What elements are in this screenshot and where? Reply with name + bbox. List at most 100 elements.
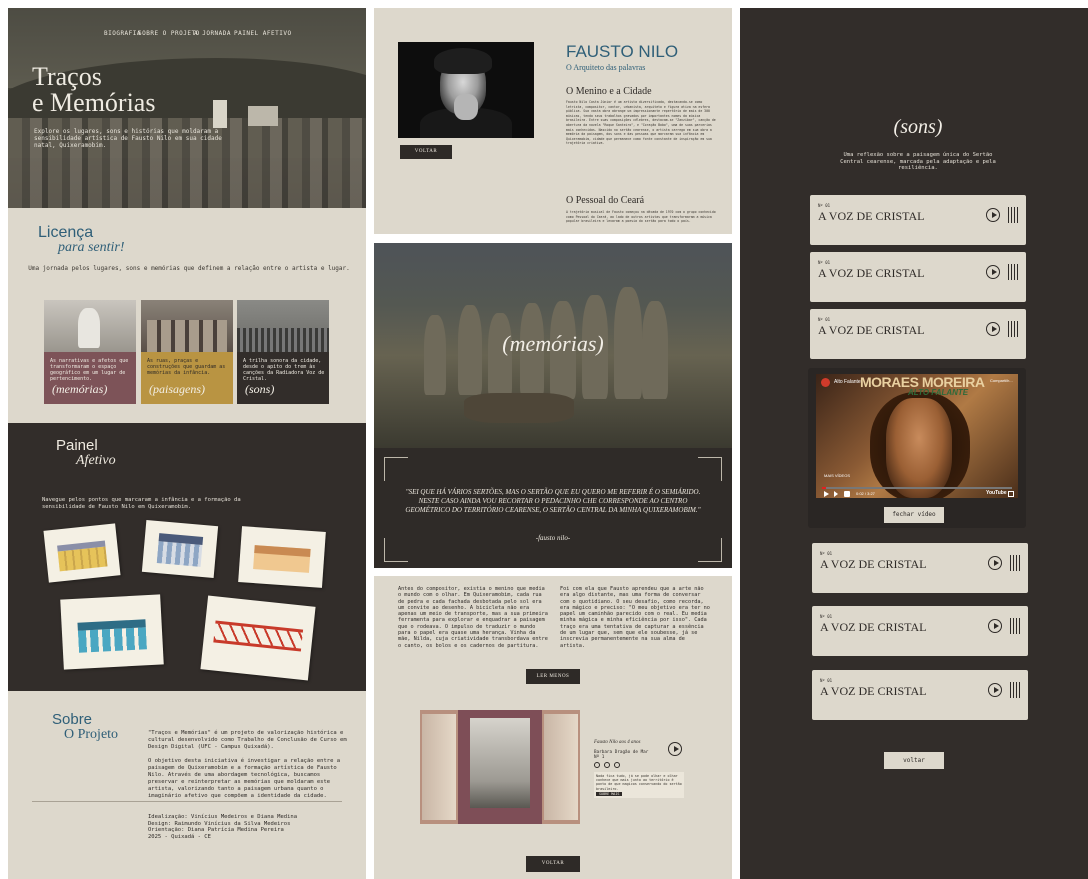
track-item[interactable]: Nº 01 A VOZ DE CRISTAL bbox=[812, 606, 1028, 656]
biography-panel: VOLTAR FAUSTO NILO O Arquiteto das palav… bbox=[374, 8, 732, 879]
track-name: A VOZ DE CRISTAL bbox=[818, 266, 925, 280]
card-sons[interactable]: A trilha sonora da cidade, desde o apito… bbox=[237, 300, 329, 404]
video-next-icon[interactable] bbox=[834, 491, 840, 497]
waveform-icon bbox=[1008, 264, 1020, 280]
photo-seated-people bbox=[464, 393, 574, 423]
record-icon[interactable] bbox=[614, 762, 620, 768]
sketch-structure bbox=[213, 620, 304, 652]
licenca-subtitle: para sentir! bbox=[58, 240, 125, 255]
close-video-button[interactable]: fechar vídeo bbox=[884, 507, 944, 523]
hero-title-line1: Traços bbox=[32, 62, 102, 91]
track-item[interactable]: Nº 01 A VOZ DE CRISTAL bbox=[812, 543, 1028, 593]
card-memorias-text: As narrativas e afetos que transformaram… bbox=[50, 358, 129, 382]
read-less-button[interactable]: LER MENOS bbox=[526, 669, 580, 684]
sobre-paragraph-2: O objetivo desta iniciativa é investigar… bbox=[148, 758, 341, 799]
track-item[interactable]: Nº 01 A VOZ DE CRISTAL bbox=[812, 670, 1028, 720]
sons-panel: (sons) Uma reflexão sobre a paisagem úni… bbox=[740, 8, 1088, 879]
portrait-photo bbox=[398, 42, 534, 138]
nav-biografia[interactable]: BIOGRAFIA bbox=[104, 30, 141, 37]
youtube-logo[interactable]: YouTube bbox=[986, 490, 1007, 496]
track-name: A VOZ DE CRISTAL bbox=[820, 620, 927, 634]
story-column-2: Foi com ela que Fausto aprendeu que a ar… bbox=[560, 586, 710, 649]
share-button[interactable]: Compartilh... bbox=[990, 378, 1013, 383]
licenca-description: Uma jornada pelos lugares, sons e memóri… bbox=[28, 265, 350, 272]
sketch-building bbox=[57, 540, 108, 572]
play-icon[interactable] bbox=[986, 322, 1000, 336]
nav-sobre-projeto[interactable]: SOBRE O PROJETO bbox=[138, 30, 200, 37]
volume-icon[interactable] bbox=[844, 491, 850, 497]
child-figure bbox=[78, 308, 100, 348]
sobre-subtitle: O Projeto bbox=[64, 727, 119, 742]
sons-back-button[interactable]: voltar bbox=[884, 752, 944, 769]
video-time: 0:02 / 3:27 bbox=[856, 491, 875, 496]
display-wing-left bbox=[422, 714, 456, 820]
track-item[interactable]: Nº 01 A VOZ DE CRISTAL bbox=[810, 252, 1026, 302]
track-number: Nº 01 bbox=[818, 317, 831, 322]
landing-panel: BIOGRAFIA SOBRE O PROJETO A JORNADA PAIN… bbox=[8, 8, 366, 879]
sketch-building bbox=[156, 533, 204, 567]
player-note-button[interactable]: SOBRE MAIS bbox=[596, 791, 623, 797]
card-paisagens[interactable]: As ruas, praças e construções que guarda… bbox=[141, 300, 233, 404]
credit-year-place: 2025 - Quixadá - CE bbox=[148, 833, 211, 840]
story-section: Antes do compositor, existia o menino qu… bbox=[374, 576, 732, 879]
play-icon[interactable] bbox=[988, 683, 1002, 697]
bio-name: FAUSTO NILO bbox=[566, 42, 679, 61]
video-progress-bar[interactable] bbox=[822, 487, 1012, 489]
video-container: Alto Falante MORAES MOREIRA ALTO FALANTE… bbox=[808, 368, 1026, 528]
sketch-building bbox=[253, 545, 311, 573]
sketch-house-2[interactable] bbox=[141, 519, 219, 579]
quote-bracket-tr bbox=[698, 457, 722, 481]
sketch-house-3[interactable] bbox=[238, 526, 326, 588]
video-play-icon[interactable] bbox=[824, 491, 829, 497]
track-item[interactable]: Nº 01 A VOZ DE CRISTAL bbox=[810, 195, 1026, 245]
nav-painel-afetivo[interactable]: PAINEL AFETIVO bbox=[234, 30, 292, 37]
waveform-icon bbox=[1008, 207, 1020, 223]
card-paisagens-photo bbox=[141, 300, 233, 352]
play-icon[interactable] bbox=[988, 556, 1002, 570]
nav-jornada[interactable]: A JORNADA bbox=[194, 30, 231, 37]
memorias-section: (memórias) "SEI QUE HÁ VÁRIOS SERTÕES, M… bbox=[374, 243, 732, 568]
divider bbox=[32, 801, 342, 802]
track-name: A VOZ DE CRISTAL bbox=[818, 209, 925, 223]
bio-section: VOLTAR FAUSTO NILO O Arquiteto das palav… bbox=[374, 8, 732, 234]
hero-subtitle: Explore os lugares, sons e histórias que… bbox=[34, 128, 222, 149]
video-artist-face bbox=[886, 398, 952, 498]
track-number: Nº 01 bbox=[818, 203, 831, 208]
colonial-houses bbox=[147, 320, 227, 352]
pause-icon[interactable] bbox=[604, 762, 610, 768]
sketch-bridge[interactable] bbox=[200, 595, 316, 681]
story-back-button[interactable]: VOLTAR bbox=[526, 856, 580, 872]
info-icon[interactable] bbox=[594, 762, 600, 768]
video-band-subtitle: ALTO FALANTE bbox=[908, 388, 969, 397]
play-icon[interactable] bbox=[986, 208, 1000, 222]
player-play-icon[interactable] bbox=[668, 742, 682, 756]
sons-subtitle: Uma reflexão sobre a paisagem única do S… bbox=[840, 152, 996, 171]
sobre-title: Sobre bbox=[52, 711, 93, 728]
player-note: Nada fica tudo, já se pode olhar e olhar… bbox=[594, 772, 684, 798]
sketch-house-4[interactable] bbox=[60, 594, 164, 670]
video-channel: Alto Falante bbox=[834, 379, 861, 385]
card-memorias[interactable]: As narrativas e afetos que transformaram… bbox=[44, 300, 136, 404]
bio-back-button[interactable]: VOLTAR bbox=[400, 145, 452, 159]
waveform-icon bbox=[1010, 618, 1022, 634]
painel-title: Painel bbox=[56, 437, 98, 454]
display-wing-right bbox=[544, 714, 578, 820]
youtube-player[interactable]: Alto Falante MORAES MOREIRA ALTO FALANTE… bbox=[816, 374, 1018, 498]
fullscreen-icon[interactable] bbox=[1008, 491, 1014, 497]
play-glyph bbox=[673, 746, 679, 752]
track-name: A VOZ DE CRISTAL bbox=[820, 557, 927, 571]
portrait-hand bbox=[454, 94, 478, 120]
painel-subtitle: Afetivo bbox=[76, 453, 116, 468]
quote-bracket-tl bbox=[384, 457, 408, 481]
card-sons-label: (sons) bbox=[245, 382, 275, 396]
card-sons-text: A trilha sonora da cidade, desde o apito… bbox=[243, 358, 325, 382]
credits: Idealização: Vinícius Medeiros e Diana M… bbox=[148, 814, 348, 840]
card-paisagens-text: As ruas, praças e construções que guarda… bbox=[147, 358, 226, 376]
more-videos-label[interactable]: MAIS VÍDEOS bbox=[824, 473, 850, 478]
crowd bbox=[237, 328, 329, 352]
sketch-house-1[interactable] bbox=[43, 523, 121, 583]
bio-section2-title: O Pessoal do Ceará bbox=[566, 195, 645, 206]
play-icon[interactable] bbox=[986, 265, 1000, 279]
track-item[interactable]: Nº 01 A VOZ DE CRISTAL bbox=[810, 309, 1026, 359]
play-icon[interactable] bbox=[988, 619, 1002, 633]
